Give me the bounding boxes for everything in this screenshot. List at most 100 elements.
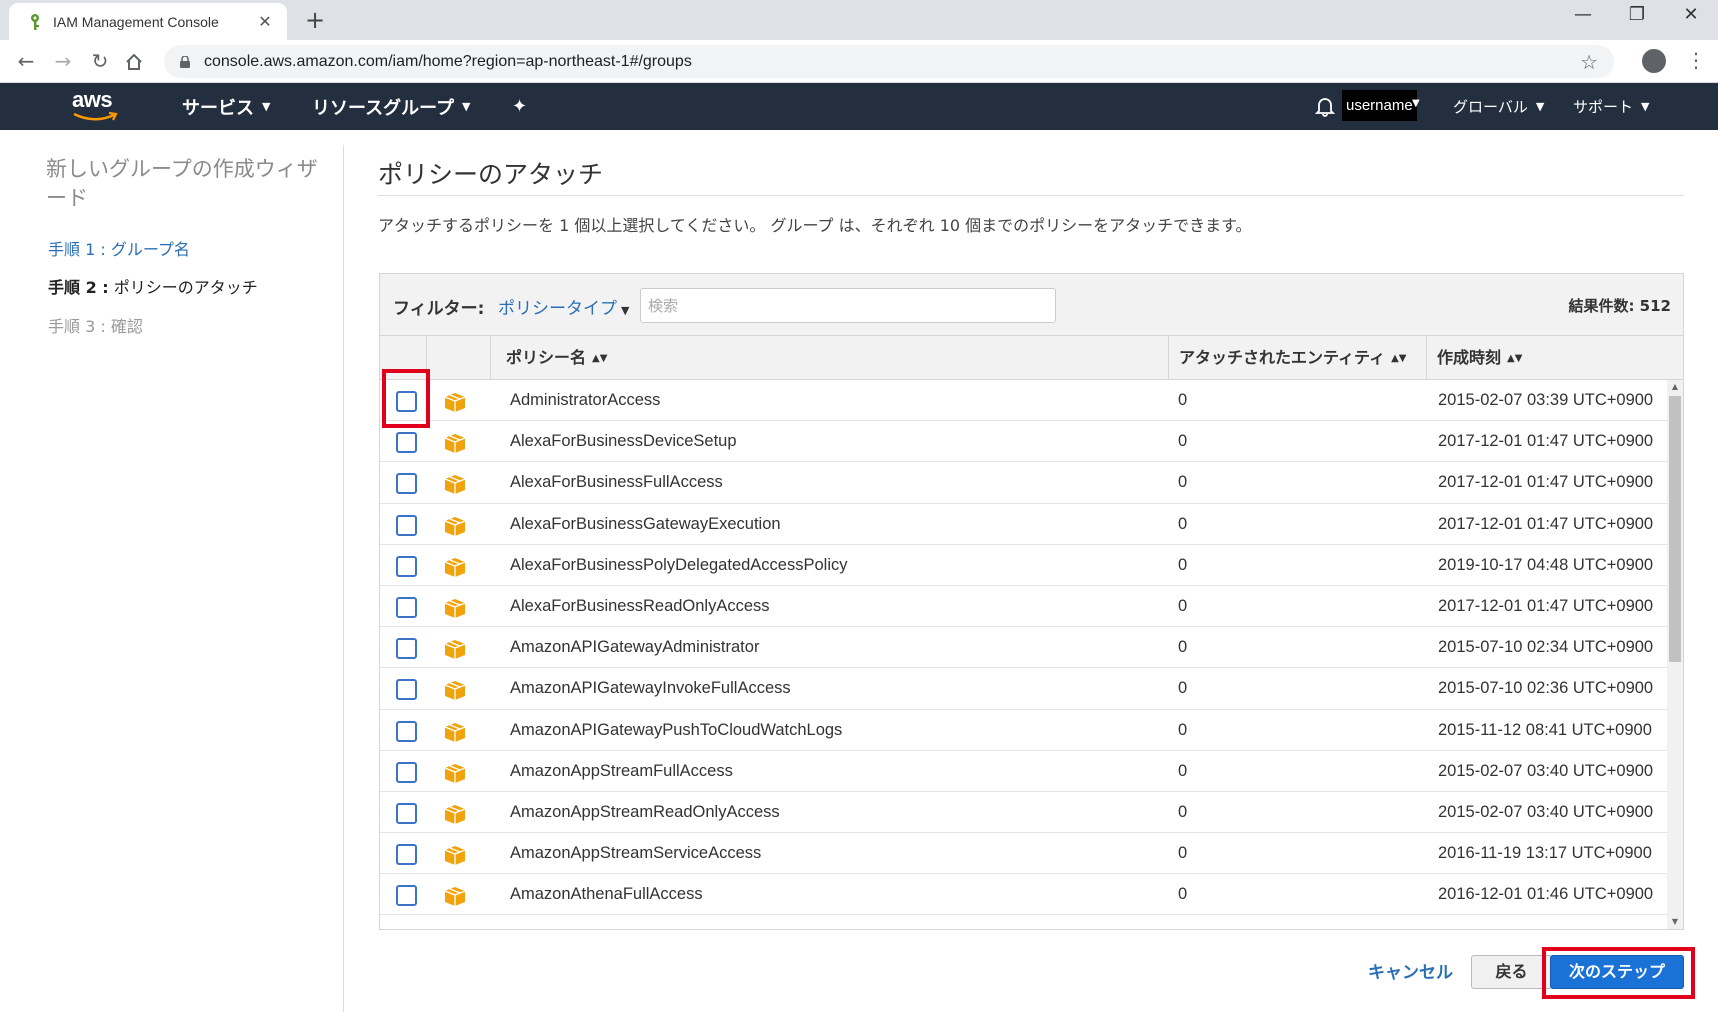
- table-row[interactable]: AlexaForBusinessGatewayExecution 0 2017-12…: [380, 504, 1667, 545]
- policy-name-link[interactable]: AlexaForBusinessReadOnlyAccess: [510, 586, 770, 627]
- scroll-up-icon[interactable]: ▲: [1667, 380, 1683, 394]
- aws-logo[interactable]: aws: [70, 87, 122, 127]
- policy-name-link[interactable]: AlexaForBusinessFullAccess: [510, 462, 723, 503]
- row-checkbox[interactable]: [396, 473, 417, 495]
- browser-toolbar: ← → ↻ console.aws.amazon.com/iam/home?re…: [0, 40, 1718, 83]
- policy-name-link[interactable]: AmazonAPIGatewayInvokeFullAccess: [510, 668, 791, 709]
- services-menu[interactable]: サービス ▼: [182, 83, 270, 130]
- policy-name-link[interactable]: AmazonAthenaFullAccess: [510, 874, 703, 915]
- aws-managed-policy-icon: [444, 640, 466, 660]
- row-checkbox[interactable]: [396, 844, 417, 866]
- username-menu[interactable]: username: [1342, 90, 1417, 121]
- forward-arrow-icon[interactable]: →: [49, 47, 77, 75]
- new-tab-button[interactable]: +: [305, 6, 325, 34]
- table-row[interactable]: AmazonAppStreamReadOnlyAccess 0 2015-02-07…: [380, 792, 1667, 834]
- policy-name-link[interactable]: AmazonAPIGatewayPushToCloudWatchLogs: [510, 710, 842, 751]
- policy-type-dropdown[interactable]: ポリシータイプ ▼: [498, 294, 629, 319]
- reload-icon[interactable]: ↻: [86, 47, 114, 75]
- bell-icon[interactable]: [1314, 95, 1336, 117]
- address-bar[interactable]: console.aws.amazon.com/iam/home?region=a…: [164, 45, 1614, 78]
- attached-entities-count: 0: [1178, 720, 1188, 739]
- policy-name-link[interactable]: AmazonAppStreamServiceAccess: [510, 833, 761, 874]
- back-button[interactable]: 戻る: [1471, 955, 1552, 989]
- table-header: ポリシー名 ▲▼ アタッチされたエンティティ ▲▼ 作成時刻 ▲▼: [380, 336, 1683, 380]
- browser-menu-icon[interactable]: ⋮: [1686, 48, 1706, 72]
- policy-name-link[interactable]: AmazonAPIGatewayAdministrator: [510, 627, 759, 668]
- policy-name-link[interactable]: AmazonAppStreamFullAccess: [510, 751, 733, 792]
- row-checkbox[interactable]: [396, 720, 417, 742]
- browser-tab-bar: IAM Management Console ✕ + — ❐ ✕: [0, 0, 1718, 40]
- column-attached-entities[interactable]: アタッチされたエンティティ ▲▼: [1169, 336, 1427, 380]
- sidebar-divider: [343, 145, 344, 1012]
- table-row[interactable]: AlexaForBusinessFullAccess 0 2017-12-01 01…: [380, 462, 1667, 504]
- aws-managed-policy-icon: [444, 846, 466, 866]
- row-checkbox[interactable]: [396, 761, 417, 783]
- policy-name-link[interactable]: AlexaForBusinessGatewayExecution: [510, 504, 781, 545]
- attached-entities-count: 0: [1178, 596, 1188, 615]
- resource-groups-menu[interactable]: リソースグループ ▼: [312, 83, 471, 130]
- profile-avatar-icon[interactable]: [1642, 49, 1666, 73]
- table-row[interactable]: AmazonAPIGatewayInvokeFullAccess 0 2015-07…: [380, 668, 1667, 710]
- policy-name-link[interactable]: AlexaForBusinessPolyDelegatedAccessPolic…: [510, 545, 848, 586]
- home-icon[interactable]: [124, 52, 144, 72]
- region-menu[interactable]: グローバル ▼: [1453, 83, 1544, 130]
- sort-icon: ▲▼: [592, 353, 608, 364]
- pin-icon[interactable]: ✦: [512, 96, 527, 117]
- table-row[interactable]: AlexaForBusinessDeviceSetup 0 2017-12-01 0…: [380, 421, 1667, 463]
- close-window-icon[interactable]: ✕: [1668, 4, 1714, 25]
- search-input[interactable]: [640, 288, 1056, 323]
- attached-entities-count: 0: [1178, 802, 1188, 821]
- row-checkbox[interactable]: [396, 514, 417, 536]
- wizard-step-2: 手順 2 : ポリシーのアタッチ: [48, 278, 258, 297]
- next-step-button[interactable]: 次のステップ: [1550, 955, 1684, 989]
- policy-table-panel: フィルター: ポリシータイプ▼ 結果件数: 512 ポリシー名▲▼ アタッチされ…: [379, 273, 1684, 930]
- scroll-down-icon[interactable]: ▼: [1667, 915, 1683, 929]
- minimize-icon[interactable]: —: [1560, 4, 1606, 25]
- wizard-step-1[interactable]: 手順 1 : グループ名: [48, 236, 190, 260]
- row-checkbox[interactable]: [396, 555, 417, 577]
- bookmark-star-icon[interactable]: ☆: [1580, 50, 1598, 74]
- attached-entities-count: 0: [1178, 514, 1188, 533]
- table-scrollbar[interactable]: ▲ ▼: [1667, 380, 1683, 929]
- restore-icon[interactable]: ❐: [1614, 4, 1660, 25]
- created-time: 2015-11-12 08:41 UTC+0900: [1438, 720, 1652, 739]
- chevron-down-icon: ▼: [1641, 100, 1650, 113]
- row-checkbox[interactable]: [396, 679, 417, 701]
- column-policy-name[interactable]: ポリシー名 ▲▼: [491, 336, 1169, 380]
- created-time: 2015-02-07 03:39 UTC+0900: [1438, 391, 1654, 409]
- created-time: 2017-12-01 01:47 UTC+0900: [1438, 473, 1654, 492]
- table-row[interactable]: AmazonAthenaFullAccess 0 2016-12-01 01:46 …: [380, 874, 1667, 916]
- attached-entities-count: 0: [1178, 761, 1188, 780]
- close-tab-icon[interactable]: ✕: [255, 12, 275, 31]
- row-checkbox[interactable]: [396, 596, 417, 618]
- attached-entities-count: 0: [1178, 555, 1188, 574]
- table-row[interactable]: AmazonAPIGatewayAdministrator 0 2015-07-10…: [380, 627, 1667, 669]
- aws-managed-policy-icon: [444, 557, 466, 577]
- wizard-title: 新しいグループの作成ウィザード: [46, 157, 318, 210]
- row-checkbox[interactable]: [396, 885, 417, 907]
- browser-tab[interactable]: IAM Management Console ✕: [9, 3, 287, 40]
- attached-entities-count: 0: [1178, 391, 1188, 409]
- cancel-button[interactable]: キャンセル: [1368, 958, 1453, 983]
- row-checkbox[interactable]: [396, 802, 417, 824]
- row-checkbox[interactable]: [396, 638, 417, 660]
- table-row[interactable]: AmazonAPIGatewayPushToCloudWatchLogs 0 201…: [380, 710, 1667, 751]
- highlight-box: [382, 369, 430, 428]
- table-row[interactable]: AlexaForBusinessReadOnlyAccess 0 2017-12-0…: [380, 586, 1667, 628]
- created-time: 2015-02-07 03:40 UTC+0900: [1438, 761, 1654, 780]
- table-row[interactable]: AmazonAppStreamServiceAccess 0 2016-11-19 …: [380, 833, 1667, 875]
- back-arrow-icon[interactable]: ←: [12, 47, 40, 75]
- scroll-thumb[interactable]: [1669, 396, 1681, 662]
- column-created[interactable]: 作成時刻 ▲▼: [1427, 336, 1683, 380]
- table-row[interactable]: AdministratorAccess 0 2015-02-07 03:39 UTC…: [380, 380, 1667, 422]
- aws-managed-policy-icon: [444, 722, 466, 742]
- table-row[interactable]: AlexaForBusinessPolyDelegatedAccessPolic…: [380, 545, 1667, 586]
- policy-name-link[interactable]: AmazonAppStreamReadOnlyAccess: [510, 792, 780, 833]
- policy-name-link[interactable]: AlexaForBusinessDeviceSetup: [510, 421, 737, 462]
- table-row[interactable]: AmazonAppStreamFullAccess 0 2015-02-07 03:…: [380, 751, 1667, 792]
- support-menu[interactable]: サポート ▼: [1573, 83, 1649, 130]
- aws-managed-policy-icon: [444, 516, 466, 536]
- row-checkbox[interactable]: [396, 432, 417, 454]
- created-time: 2016-11-19 13:17 UTC+0900: [1438, 844, 1652, 863]
- policy-name-link[interactable]: AdministratorAccess: [510, 380, 660, 421]
